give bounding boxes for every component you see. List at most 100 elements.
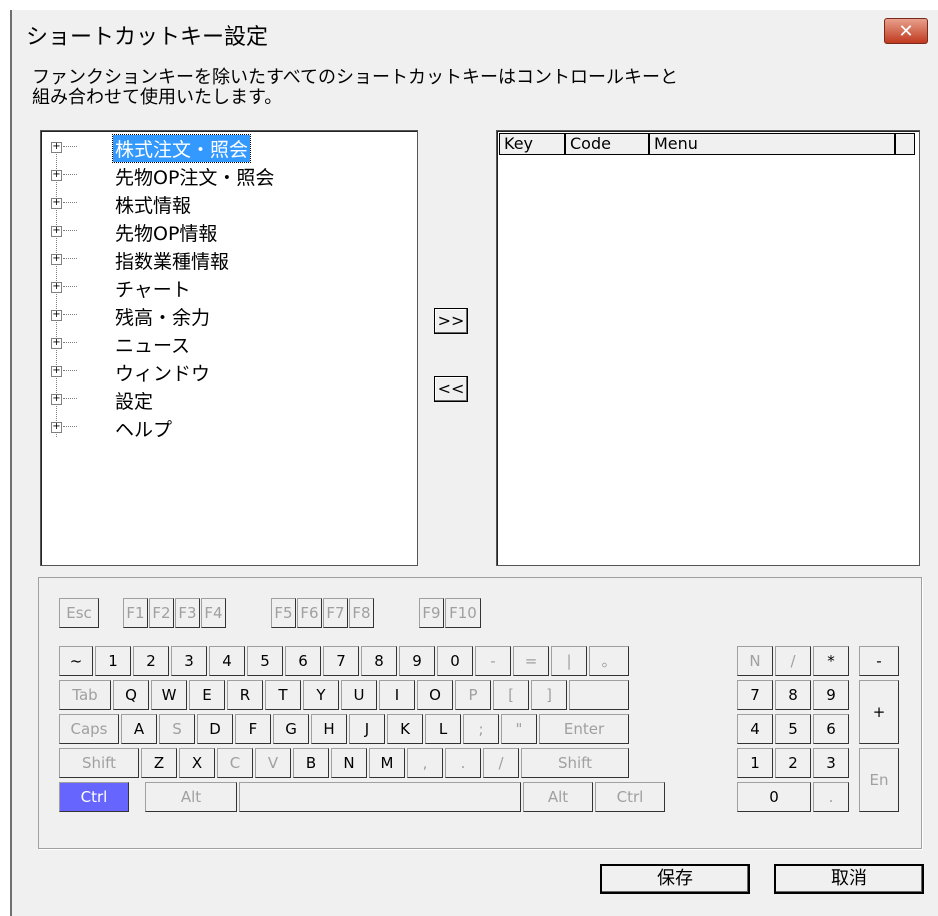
key-l[interactable]: L	[425, 714, 461, 744]
cancel-button[interactable]: 取消	[774, 864, 924, 894]
expand-icon[interactable]: +	[51, 198, 62, 209]
key-8[interactable]: 8	[361, 646, 397, 676]
tree-item-label[interactable]: 先物OP情報	[113, 219, 219, 246]
key-q[interactable]: Q	[113, 680, 149, 710]
expand-icon[interactable]: +	[51, 422, 62, 433]
key-num-enter[interactable]: En	[859, 748, 899, 812]
expand-icon[interactable]: +	[51, 170, 62, 181]
key-c[interactable]: C	[217, 748, 253, 778]
key-f7[interactable]: F7	[323, 598, 348, 628]
key-i[interactable]: I	[379, 680, 415, 710]
key-r[interactable]: R	[227, 680, 263, 710]
key-bracket-right[interactable]: ]	[531, 680, 567, 710]
tree-item-label[interactable]: ニュース	[113, 331, 192, 358]
expand-icon[interactable]: +	[51, 226, 62, 237]
key-b[interactable]: B	[293, 748, 329, 778]
save-button[interactable]: 保存	[600, 864, 750, 894]
close-button[interactable]: ✕	[884, 18, 928, 44]
key-blank[interactable]	[569, 680, 629, 710]
key-m[interactable]: M	[369, 748, 405, 778]
key-1[interactable]: 1	[95, 646, 131, 676]
key-tab[interactable]: Tab	[59, 680, 111, 710]
key-tilde[interactable]: ~	[59, 646, 93, 676]
column-header-code[interactable]: Code	[565, 133, 649, 155]
key-n[interactable]: N	[331, 748, 367, 778]
column-header-menu[interactable]: Menu	[649, 133, 895, 155]
column-header-key[interactable]: Key	[499, 133, 565, 155]
key-num-multiply[interactable]: *	[813, 646, 849, 676]
expand-icon[interactable]: +	[51, 394, 62, 405]
key-w[interactable]: W	[151, 680, 187, 710]
key-f6[interactable]: F6	[297, 598, 322, 628]
key-num-3[interactable]: 3	[813, 748, 849, 778]
key-num-1[interactable]: 1	[737, 748, 773, 778]
key-ctrl-left[interactable]: Ctrl	[59, 782, 129, 812]
key-f10[interactable]: F10	[445, 598, 481, 628]
key-num-5[interactable]: 5	[775, 714, 811, 744]
key-comma[interactable]: ,	[407, 748, 443, 778]
key-f[interactable]: F	[235, 714, 271, 744]
key-quote[interactable]: "	[501, 714, 537, 744]
key-5[interactable]: 5	[247, 646, 283, 676]
tree-item-label[interactable]: ヘルプ	[113, 415, 174, 442]
key-s[interactable]: S	[159, 714, 195, 744]
key-caps[interactable]: Caps	[59, 714, 119, 744]
expand-icon[interactable]: +	[51, 310, 62, 321]
key-num-minus[interactable]: -	[859, 646, 899, 676]
key-7[interactable]: 7	[323, 646, 359, 676]
key-j[interactable]: J	[349, 714, 385, 744]
key-o[interactable]: O	[417, 680, 453, 710]
key-num-6[interactable]: 6	[813, 714, 849, 744]
key-3[interactable]: 3	[171, 646, 207, 676]
key-f2[interactable]: F2	[149, 598, 174, 628]
key-num-8[interactable]: 8	[775, 680, 811, 710]
add-shortcut-button[interactable]: >>	[434, 308, 468, 334]
key-h[interactable]: H	[311, 714, 347, 744]
key-bracket-left[interactable]: [	[493, 680, 529, 710]
key-t[interactable]: T	[265, 680, 301, 710]
key-f8[interactable]: F8	[349, 598, 374, 628]
key-num-4[interactable]: 4	[737, 714, 773, 744]
key-numlock[interactable]: N	[737, 646, 773, 676]
remove-shortcut-button[interactable]: <<	[434, 376, 468, 402]
expand-icon[interactable]: +	[51, 282, 62, 293]
key-g[interactable]: G	[273, 714, 309, 744]
key-f3[interactable]: F3	[175, 598, 200, 628]
column-header-extra[interactable]	[895, 133, 915, 155]
key-period-jp[interactable]: 。	[589, 646, 629, 676]
tree-item-label[interactable]: 株式情報	[113, 191, 193, 218]
expand-icon[interactable]: +	[51, 254, 62, 265]
key-esc[interactable]: Esc	[59, 598, 99, 628]
shortcut-list[interactable]: Key Code Menu	[496, 130, 920, 566]
menu-tree[interactable]: + 株式注文・照会 + 先物OP注文・照会 + 株式情報 + 先物OP情報 + …	[40, 130, 418, 566]
tree-item-label[interactable]: 株式注文・照会	[111, 134, 252, 163]
tree-item-label[interactable]: 残高・余力	[113, 303, 212, 330]
key-space[interactable]	[239, 782, 521, 812]
key-v[interactable]: V	[255, 748, 291, 778]
key-num-9[interactable]: 9	[813, 680, 849, 710]
key-0[interactable]: 0	[437, 646, 473, 676]
key-enter[interactable]: Enter	[539, 714, 629, 744]
key-a[interactable]: A	[121, 714, 157, 744]
key-z[interactable]: Z	[141, 748, 177, 778]
key-shift-right[interactable]: Shift	[521, 748, 629, 778]
tree-item-label[interactable]: ウィンドウ	[113, 359, 212, 386]
key-f4[interactable]: F4	[201, 598, 226, 628]
key-4[interactable]: 4	[209, 646, 245, 676]
tree-item-label[interactable]: 設定	[113, 387, 155, 414]
key-slash[interactable]: /	[483, 748, 519, 778]
key-num-plus[interactable]: +	[859, 680, 899, 744]
key-f9[interactable]: F9	[419, 598, 444, 628]
tree-item-label[interactable]: 先物OP注文・照会	[113, 163, 276, 190]
tree-item-label[interactable]: チャート	[113, 275, 193, 302]
key-d[interactable]: D	[197, 714, 233, 744]
key-2[interactable]: 2	[133, 646, 169, 676]
key-shift-left[interactable]: Shift	[59, 748, 139, 778]
key-alt-left[interactable]: Alt	[145, 782, 237, 812]
key-e[interactable]: E	[189, 680, 225, 710]
key-num-0[interactable]: 0	[737, 782, 811, 812]
key-y[interactable]: Y	[303, 680, 339, 710]
key-equal[interactable]: =	[513, 646, 549, 676]
key-u[interactable]: U	[341, 680, 377, 710]
key-pipe[interactable]: |	[551, 646, 587, 676]
